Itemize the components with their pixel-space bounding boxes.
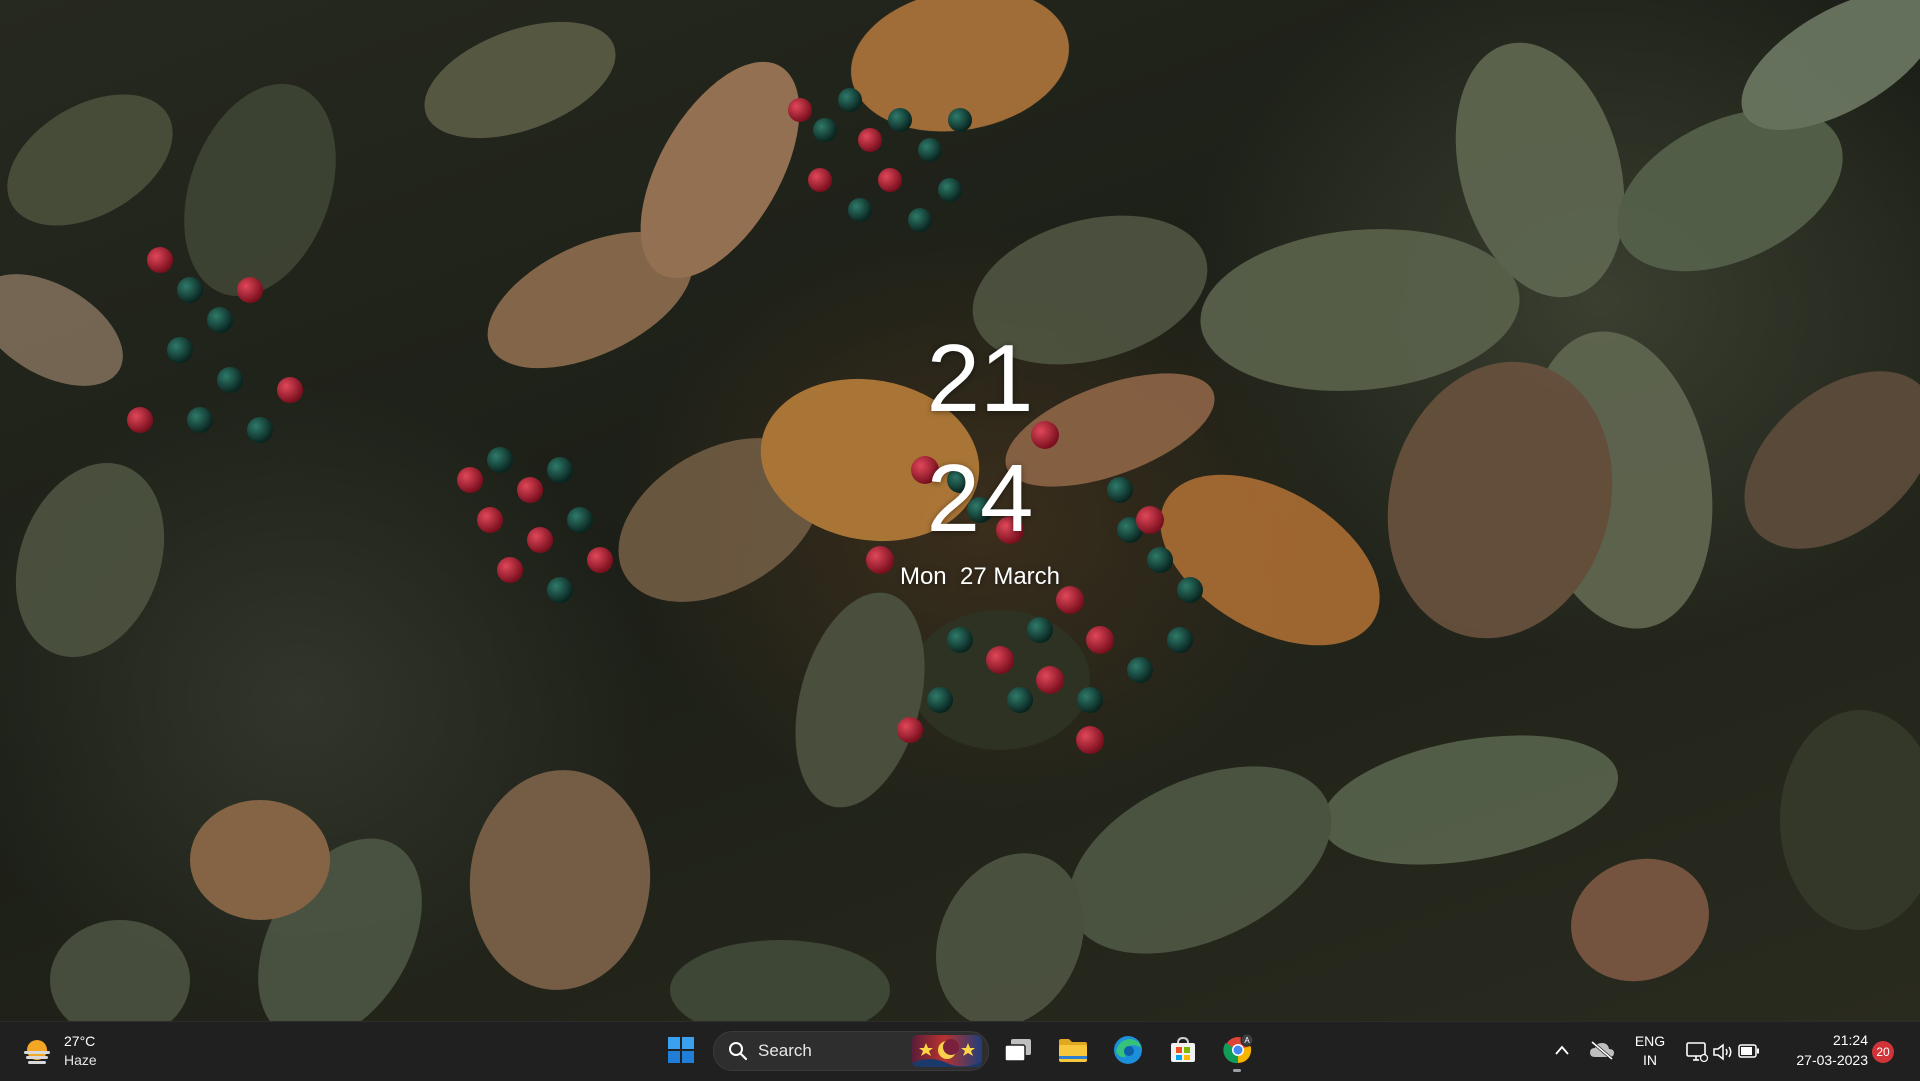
taskbar-clock[interactable]: 21:24 27-03-2023 <box>1780 1030 1870 1074</box>
onedrive-status-button[interactable] <box>1580 1028 1624 1072</box>
chrome-running-indicator <box>1233 1069 1241 1072</box>
edge-button[interactable] <box>1106 1028 1150 1072</box>
search-icon <box>729 1042 748 1061</box>
edge-icon <box>1114 1036 1142 1064</box>
folder-icon <box>1059 1039 1087 1062</box>
taskbar-date: 27-03-2023 <box>1796 1052 1868 1068</box>
store-button[interactable] <box>1161 1028 1205 1072</box>
taskbar: 27°C Haze Search A ENG IN 21:24 27-03-20… <box>0 1021 1920 1081</box>
chevron-up-icon <box>1555 1045 1569 1055</box>
battery-icon <box>1738 1044 1759 1058</box>
file-explorer-button[interactable] <box>1051 1028 1095 1072</box>
language-region: IN <box>1643 1052 1657 1068</box>
search-box[interactable]: Search <box>713 1031 989 1071</box>
search-highlight-illustration <box>912 1035 982 1067</box>
input-language-button[interactable]: ENG IN <box>1628 1032 1672 1072</box>
clock-date: Mon 27 March <box>899 563 1061 590</box>
show-hidden-icons-button[interactable] <box>1540 1028 1584 1072</box>
task-view-button[interactable] <box>996 1028 1040 1072</box>
taskbar-time: 21:24 <box>1832 1032 1868 1048</box>
notification-count-badge[interactable]: 20 <box>1872 1041 1894 1063</box>
chrome-icon: A <box>1223 1034 1254 1064</box>
windows-start-icon <box>668 1037 694 1063</box>
language-code: ENG <box>1634 1033 1666 1049</box>
quick-settings-button[interactable] <box>1680 1030 1762 1074</box>
weather-widget[interactable]: 27°C Haze <box>18 1030 138 1074</box>
weather-condition: Haze <box>64 1052 97 1068</box>
weather-temperature: 27°C <box>64 1033 96 1049</box>
cloud-offline-icon <box>1590 1040 1614 1060</box>
search-label: Search <box>758 1041 812 1060</box>
volume-icon <box>1713 1043 1732 1061</box>
clock-hour: 21 <box>926 325 1034 432</box>
store-icon <box>1171 1036 1195 1062</box>
network-icon <box>1686 1042 1708 1062</box>
haze-sun-icon <box>24 1040 50 1064</box>
chrome-button[interactable]: A <box>1216 1028 1260 1072</box>
task-view-icon <box>1004 1039 1031 1062</box>
start-button[interactable] <box>659 1028 703 1072</box>
svg-text:A: A <box>1244 1036 1250 1045</box>
clock-minute: 24 <box>926 445 1034 552</box>
